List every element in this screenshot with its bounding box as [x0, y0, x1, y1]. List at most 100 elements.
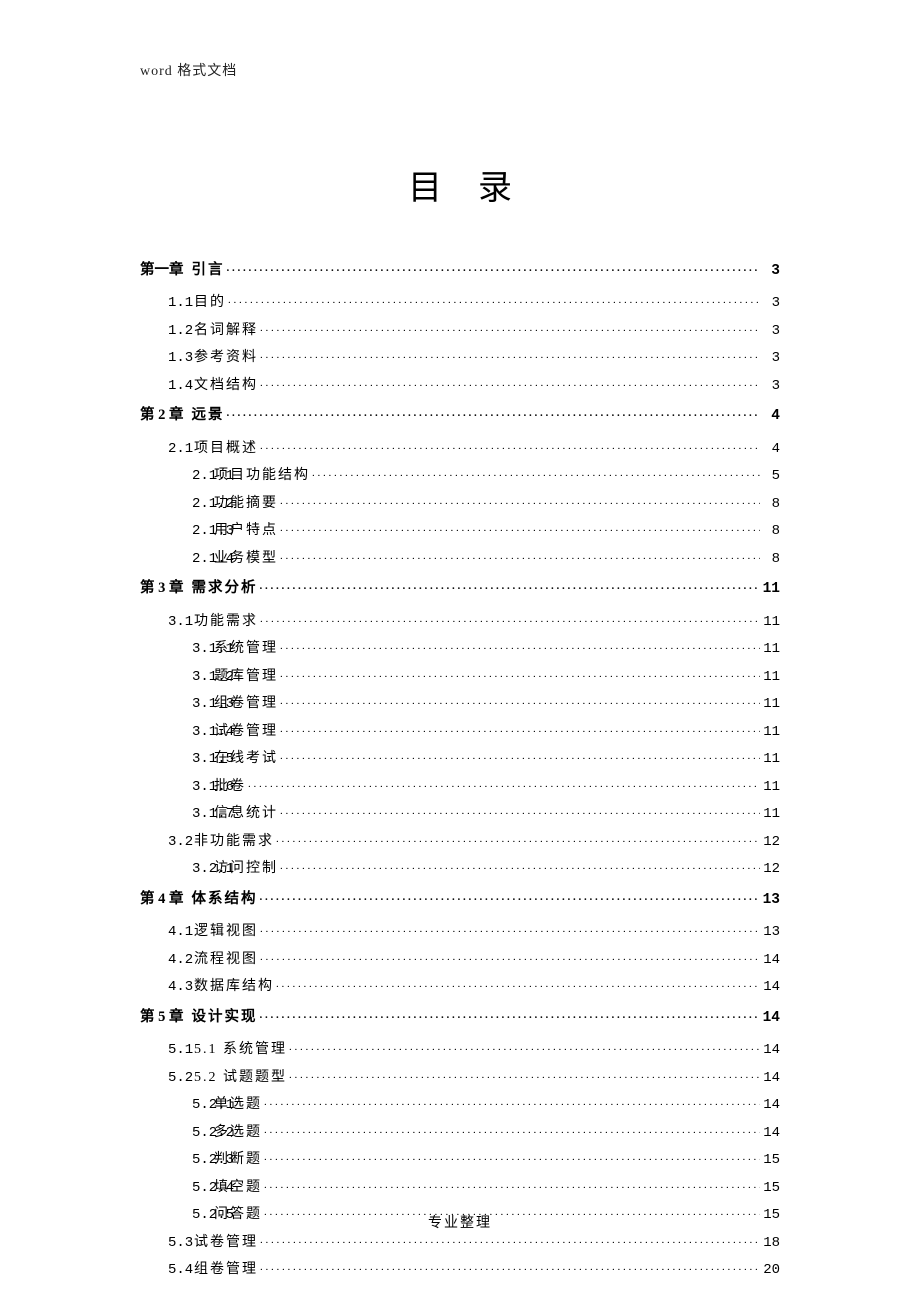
- toc-entry-label: 逻辑视图: [194, 925, 258, 939]
- toc-entry-page: 11: [762, 670, 780, 684]
- toc-entry-number: 5.2.1: [140, 1098, 214, 1112]
- toc-entry-label: 组卷管理: [214, 697, 278, 711]
- toc-entry-page: 11: [762, 697, 780, 711]
- toc-leader-dots: [280, 666, 760, 680]
- toc-title: 目录: [140, 160, 780, 209]
- toc-chapter-row: 第一章引言 3: [140, 259, 780, 278]
- toc-entry-label: 项目概述: [194, 442, 258, 456]
- toc-entry-page: 12: [762, 835, 780, 849]
- toc-entry-label: 在线考试: [214, 752, 278, 766]
- toc-entry-row: 3.1.5在线考试11: [140, 748, 780, 766]
- toc-entry-row: 3.1.1系统管理11: [140, 638, 780, 656]
- toc-leader-dots: [280, 693, 760, 707]
- toc-entry-page: 12: [762, 862, 780, 876]
- footer-note: 专业整理: [0, 1212, 920, 1232]
- document-page: word 格式文档 目录 第一章引言31.1目的31.2名词解释31.3参考资料…: [0, 0, 920, 1277]
- toc-entry-row: 5.2.2多选题14: [140, 1122, 780, 1140]
- toc-entry-number: 第 4 章: [140, 892, 184, 907]
- toc-entry-page: 8: [762, 552, 780, 566]
- toc-entry-label: 试卷管理: [194, 1236, 258, 1250]
- toc-leader-dots: [260, 320, 760, 334]
- toc-entry-row: 5.2.4填空题15: [140, 1177, 780, 1195]
- toc-entry-label: 系统管理: [214, 642, 278, 656]
- toc-entry-label: 用户特点: [214, 524, 278, 538]
- toc-entry-label: 信息统计: [214, 807, 278, 821]
- toc-entry-row: 4.1逻辑视图 13: [140, 921, 780, 939]
- toc-entry-number: 4.3: [140, 980, 194, 994]
- toc-leader-dots: [276, 976, 760, 990]
- toc-entry-label: 批卷: [214, 780, 246, 794]
- toc-leader-dots: [227, 405, 761, 420]
- toc-entry-number: 2.1.2: [140, 497, 214, 511]
- toc-entry-page: 11: [762, 752, 780, 766]
- toc-leader-dots: [260, 1232, 760, 1246]
- toc-entry-number: 第一章: [140, 263, 184, 278]
- toc-entry-row: 3.2非功能需求12: [140, 831, 780, 849]
- toc-entry-number: 3.1: [140, 615, 194, 629]
- toc-leader-dots: [280, 721, 760, 735]
- toc-entry-number: 1.4: [140, 379, 194, 393]
- toc-leader-dots: [280, 858, 760, 872]
- toc-entry-number: 1.3: [140, 351, 194, 365]
- toc-leader-dots: [260, 347, 760, 361]
- toc-leader-dots: [276, 831, 760, 845]
- toc-entry-page: 5: [762, 469, 780, 483]
- toc-entry-number: 3.2: [140, 835, 194, 849]
- toc-leader-dots: [260, 1259, 760, 1273]
- toc-chapter-row: 第 4 章体系结构13: [140, 888, 780, 907]
- toc-entry-number: 3.1.1: [140, 642, 214, 656]
- toc-entry-number: 3.1.2: [140, 670, 214, 684]
- toc-entry-page: 11: [762, 807, 780, 821]
- toc-entry-page: 14: [762, 980, 780, 994]
- toc-entry-label: 设计实现: [192, 1010, 258, 1025]
- toc-entry-label: 项目功能结构: [214, 469, 310, 483]
- toc-entry-row: 3.1功能需求 11: [140, 611, 780, 629]
- toc-entry-number: 5.1: [140, 1043, 194, 1057]
- toc-entry-label: 功能需求: [194, 615, 258, 629]
- toc-entry-label: 文档结构: [194, 379, 258, 393]
- toc-entry-number: 第 2 章: [140, 408, 184, 423]
- toc-leader-dots: [280, 520, 760, 534]
- toc-entry-number: 3.1.6: [140, 780, 214, 794]
- toc-leader-dots: [260, 578, 761, 593]
- toc-entry-row: 5.2.1单选题14: [140, 1094, 780, 1112]
- toc-entry-page: 11: [762, 780, 780, 794]
- toc-entry-page: 3: [762, 296, 780, 310]
- toc-entry-label: 单选题: [214, 1098, 262, 1112]
- toc-entry-number: 3.1.4: [140, 725, 214, 739]
- toc-leader-dots: [289, 1039, 760, 1053]
- toc-entry-label: 填空题: [214, 1181, 262, 1195]
- toc-entry-label: 访问控制: [214, 862, 278, 876]
- toc-entry-label: 业务模型: [214, 552, 278, 566]
- toc-entry-number: 1.1: [140, 296, 194, 310]
- toc-entry-row: 5.2.3判断题15: [140, 1149, 780, 1167]
- toc-entry-label: 多选题: [214, 1126, 262, 1140]
- toc-entry-number: 2.1.4: [140, 552, 214, 566]
- toc-entry-page: 11: [762, 615, 780, 629]
- toc-leader-dots: [260, 1006, 761, 1021]
- toc-entry-row: 3.1.7信息统计 11: [140, 803, 780, 821]
- toc-entry-label: 组卷管理: [194, 1263, 258, 1277]
- toc-entry-number: 5.2.2: [140, 1126, 214, 1140]
- toc-leader-dots: [264, 1094, 760, 1108]
- toc-leader-dots: [264, 1149, 760, 1163]
- toc-entry-page: 3: [762, 351, 780, 365]
- toc-entry-page: 3: [762, 264, 780, 279]
- toc-entry-label: 引言: [192, 263, 225, 278]
- toc-leader-dots: [280, 548, 760, 562]
- toc-entry-number: 3.1.7: [140, 807, 214, 821]
- toc-entry-number: 5.3: [140, 1236, 194, 1250]
- toc-entry-row: 2.1项目概述4: [140, 438, 780, 456]
- toc-leader-dots: [248, 776, 760, 790]
- toc-entry-page: 8: [762, 497, 780, 511]
- toc-chapter-row: 第 5 章设计实现14: [140, 1006, 780, 1025]
- toc-entry-label: 流程视图: [194, 953, 258, 967]
- toc-entry-row: 2.1.4业务模型 8: [140, 548, 780, 566]
- toc-leader-dots: [260, 375, 760, 389]
- toc-entry-label: 名词解释: [194, 324, 258, 338]
- toc-leader-dots: [260, 611, 760, 625]
- toc-entry-number: 4.1: [140, 925, 194, 939]
- toc-entry-number: 1.2: [140, 324, 194, 338]
- toc-entry-page: 13: [762, 925, 780, 939]
- toc-entry-label: 5.1 系统管理: [194, 1043, 287, 1057]
